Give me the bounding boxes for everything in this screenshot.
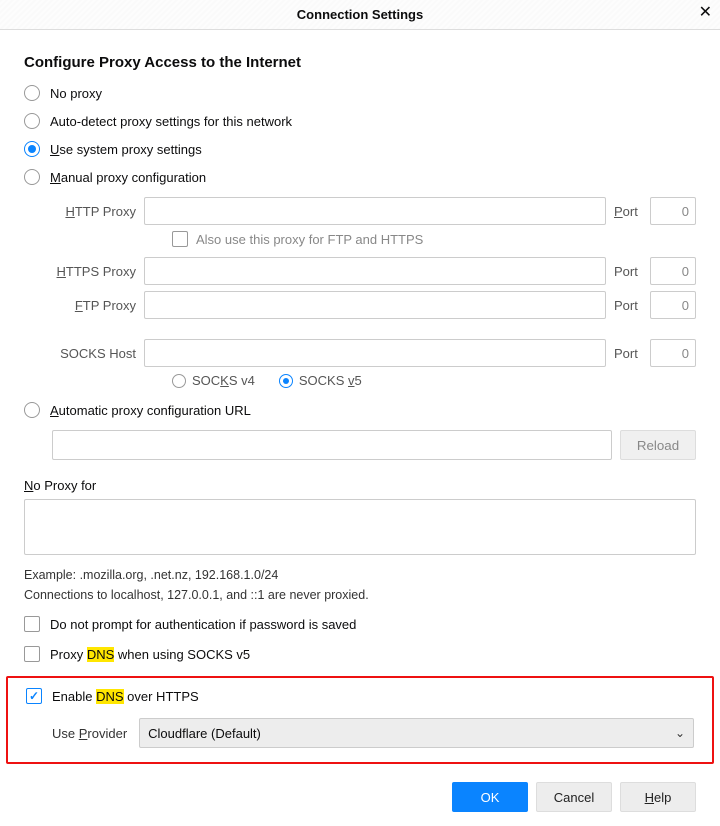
radio-system-proxy[interactable] [24,141,40,157]
label-enable-doh: Enable DNS over HTTPS [52,689,199,704]
doh-highlight-box: Enable DNS over HTTPS Use Provider Cloud… [6,676,714,764]
dialog-footer: OK Cancel Help [0,768,720,826]
https-port-label: Port [614,264,642,279]
checkbox-also-use[interactable] [172,231,188,247]
label-no-prompt: Do not prompt for authentication if pass… [50,617,356,632]
http-proxy-input[interactable] [144,197,606,225]
ftp-port-input[interactable] [650,291,696,319]
dialog-content: Configure Proxy Access to the Internet N… [0,30,720,764]
checkbox-proxy-dns[interactable] [24,646,40,662]
radio-socks5[interactable] [279,374,293,388]
label-system-proxy: Use system proxy settings [50,142,202,157]
label-manual-proxy: Manual proxy configuration [50,170,206,185]
ftp-proxy-label: FTP Proxy [52,298,136,313]
cancel-button[interactable]: Cancel [536,782,612,812]
pac-url-input[interactable] [52,430,612,460]
https-proxy-label: HTTPS Proxy [52,264,136,279]
manual-proxy-section: HTTP Proxy Port Also use this proxy for … [52,197,696,388]
radio-auto-detect[interactable] [24,113,40,129]
http-proxy-label: HTTP Proxy [52,204,136,219]
radio-no-proxy[interactable] [24,85,40,101]
http-port-label: Port [614,204,642,219]
ftp-port-label: Port [614,298,642,313]
page-heading: Configure Proxy Access to the Internet [24,54,696,71]
label-socks5: SOCKS v5 [299,373,362,388]
help-button[interactable]: Help [620,782,696,812]
provider-label: Use Provider [52,726,127,741]
label-socks4: SOCKS v4 [192,373,255,388]
http-port-input[interactable] [650,197,696,225]
socks-host-label: SOCKS Host [52,346,136,361]
ok-button[interactable]: OK [452,782,528,812]
reload-button[interactable]: Reload [620,430,696,460]
socks-port-input[interactable] [650,339,696,367]
radio-auto-url[interactable] [24,402,40,418]
socks-port-label: Port [614,346,642,361]
ftp-proxy-input[interactable] [144,291,606,319]
no-proxy-textarea[interactable] [24,499,696,555]
label-also-use: Also use this proxy for FTP and HTTPS [196,232,423,247]
label-auto-detect: Auto-detect proxy settings for this netw… [50,114,292,129]
checkbox-no-prompt[interactable] [24,616,40,632]
label-no-proxy: No proxy [50,86,102,101]
titlebar: Connection Settings ✕ [0,0,720,30]
checkbox-enable-doh[interactable] [26,688,42,704]
https-proxy-input[interactable] [144,257,606,285]
no-proxy-note: Connections to localhost, 127.0.0.1, and… [24,588,696,602]
radio-socks4[interactable] [172,374,186,388]
chevron-down-icon: ⌄ [675,726,685,740]
no-proxy-label: No Proxy for [24,478,696,493]
https-port-input[interactable] [650,257,696,285]
label-auto-url: Automatic proxy configuration URL [50,403,251,418]
label-proxy-dns: Proxy DNS when using SOCKS v5 [50,647,250,662]
provider-value: Cloudflare (Default) [148,726,261,741]
window-title: Connection Settings [297,7,423,22]
close-icon[interactable]: ✕ [699,5,712,21]
socks-host-input[interactable] [144,339,606,367]
provider-select[interactable]: Cloudflare (Default) ⌄ [139,718,694,748]
no-proxy-example: Example: .mozilla.org, .net.nz, 192.168.… [24,568,696,582]
radio-manual-proxy[interactable] [24,169,40,185]
